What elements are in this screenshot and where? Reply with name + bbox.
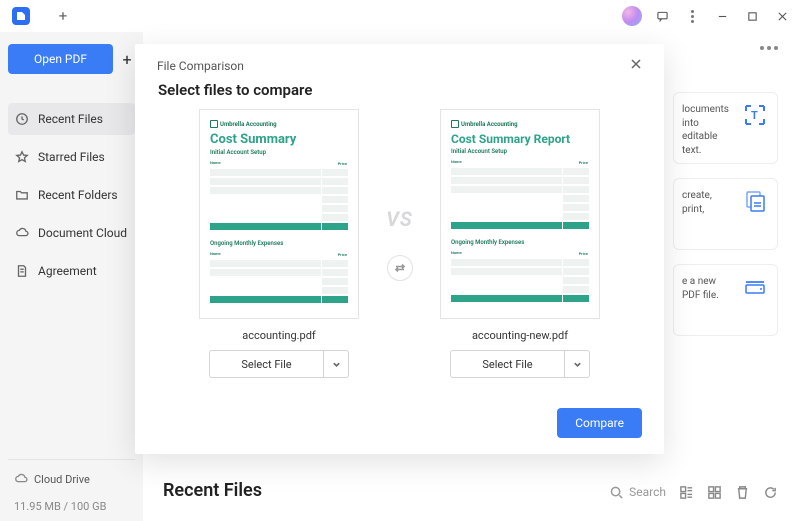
svg-text:T: T: [751, 109, 758, 122]
open-pdf-button[interactable]: Open PDF: [8, 44, 113, 74]
sidebar: Open PDF + Recent Files Starred Files Re…: [0, 32, 143, 521]
card-text: create, print,: [682, 189, 733, 216]
doc-section2: Ongoing Monthly Expenses: [210, 240, 348, 247]
copy-icon: [741, 189, 769, 213]
search-icon: [610, 486, 623, 499]
more-menu[interactable]: [678, 2, 706, 30]
clock-icon: [14, 111, 30, 127]
file-comparison-dialog: File Comparison Select files to compare …: [135, 44, 664, 454]
view-grid-icon[interactable]: [706, 484, 722, 500]
dialog-subtitle: Select files to compare: [158, 81, 642, 99]
select-file-b-dropdown[interactable]: [564, 350, 590, 378]
new-tab-button[interactable]: +: [52, 5, 74, 27]
ocr-icon: T: [741, 103, 769, 127]
cloud-icon: [14, 472, 28, 486]
view-list-icon[interactable]: [678, 484, 694, 500]
recent-files-section: Recent Files Search: [163, 480, 778, 501]
doc-section1: Initial Account Setup: [451, 148, 589, 155]
sidebar-item-label: Agreement: [38, 264, 97, 278]
card-text: locuments into editable text.: [682, 103, 733, 157]
swap-files-button[interactable]: [387, 255, 413, 281]
doc-title: Cost Summary: [210, 132, 348, 147]
star-icon: [14, 149, 30, 165]
sidebar-item-document-cloud[interactable]: Document Cloud: [8, 217, 135, 249]
sidebar-item-agreement[interactable]: Agreement: [8, 255, 135, 287]
select-file-a-dropdown[interactable]: [323, 350, 349, 378]
sidebar-item-recent-folders[interactable]: Recent Folders: [8, 179, 135, 211]
close-dialog-button[interactable]: [630, 58, 642, 73]
doc-brand: Umbrella Accounting: [451, 120, 589, 128]
scanner-icon: [741, 275, 769, 299]
sidebar-item-label: Recent Files: [38, 112, 103, 126]
sidebar-item-label: Document Cloud: [38, 226, 127, 240]
feedback-icon[interactable]: [648, 2, 676, 30]
sidebar-item-recent-files[interactable]: Recent Files: [8, 103, 135, 135]
cloud-drive-status: Cloud Drive 11.95 MB / 100 GB: [8, 459, 135, 513]
document-icon: [14, 263, 30, 279]
quick-action-scan[interactable]: e a new PDF file.: [673, 264, 778, 336]
storage-quota: 11.95 MB / 100 GB: [14, 500, 129, 513]
vs-label: VS: [386, 207, 413, 231]
refresh-icon[interactable]: [762, 484, 778, 500]
file-b-column: Umbrella Accounting Cost Summary Report …: [433, 109, 608, 378]
search-input[interactable]: Search: [610, 485, 666, 499]
app-logo: [12, 7, 30, 25]
close-button[interactable]: [768, 2, 796, 30]
card-text: e a new PDF file.: [682, 275, 733, 302]
maximize-button[interactable]: [738, 2, 766, 30]
sidebar-item-starred-files[interactable]: Starred Files: [8, 141, 135, 173]
file-a-name: accounting.pdf: [242, 329, 316, 342]
quick-action-ocr[interactable]: locuments into editable text. T: [673, 92, 778, 164]
file-b-thumbnail[interactable]: Umbrella Accounting Cost Summary Report …: [440, 109, 600, 319]
doc-section2: Ongoing Monthly Expenses: [451, 239, 589, 246]
top-actions-menu[interactable]: [760, 46, 778, 50]
select-file-a-button[interactable]: Select File: [209, 350, 323, 378]
select-file-b-button[interactable]: Select File: [450, 350, 564, 378]
folder-icon: [14, 187, 30, 203]
file-a-column: Umbrella Accounting Cost Summary Initial…: [192, 109, 367, 378]
title-bar: +: [0, 0, 800, 32]
doc-brand: Umbrella Accounting: [210, 120, 348, 128]
sidebar-item-label: Starred Files: [38, 150, 105, 164]
search-placeholder: Search: [629, 485, 666, 499]
avatar[interactable]: [618, 2, 646, 30]
minimize-button[interactable]: [708, 2, 736, 30]
create-button[interactable]: +: [119, 51, 135, 67]
compare-button[interactable]: Compare: [557, 408, 642, 438]
file-a-thumbnail[interactable]: Umbrella Accounting Cost Summary Initial…: [199, 109, 359, 319]
dialog-title: File Comparison: [157, 59, 244, 73]
sidebar-item-label: Recent Folders: [38, 188, 118, 202]
delete-icon[interactable]: [734, 484, 750, 500]
doc-section1: Initial Account Setup: [210, 149, 348, 156]
cloud-icon: [14, 225, 30, 241]
file-b-name: accounting-new.pdf: [472, 329, 568, 342]
doc-title: Cost Summary Report: [451, 132, 589, 146]
quick-action-create[interactable]: create, print,: [673, 178, 778, 250]
cloud-drive-label: Cloud Drive: [34, 473, 90, 486]
